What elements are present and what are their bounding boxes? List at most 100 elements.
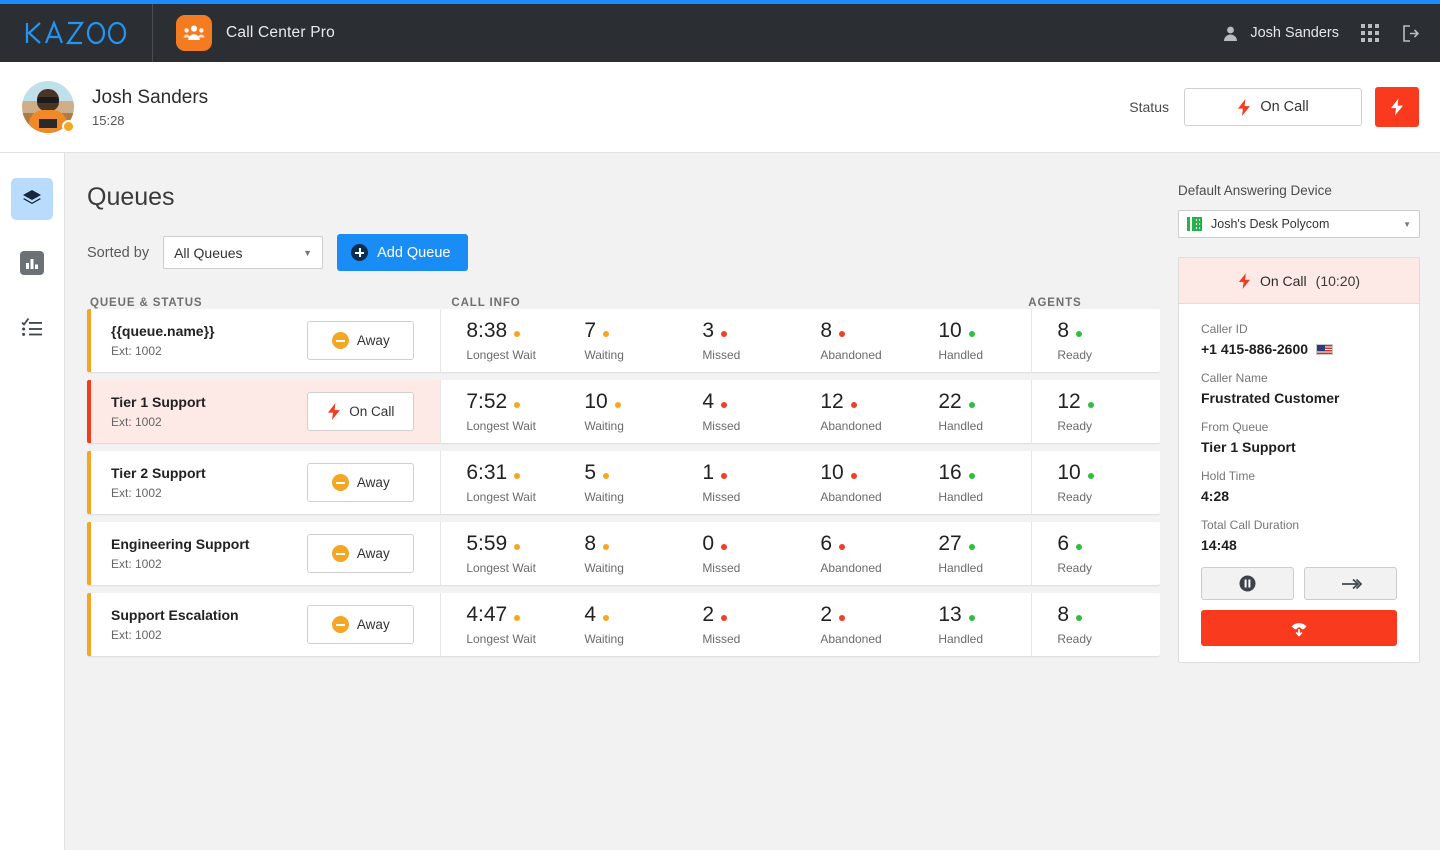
stat-value: 4:47 <box>466 602 508 626</box>
column-header-agents: AGENTS <box>1028 297 1082 309</box>
stat-value: 0 <box>702 531 714 555</box>
stat-ready: 6 Ready <box>1032 533 1150 575</box>
queue-cell: Tier 2 Support Ext: 1002 Away <box>87 451 441 514</box>
queue-status-button[interactable]: Away <box>307 534 415 573</box>
nav-user-menu[interactable]: Josh Sanders <box>1222 25 1339 42</box>
field-caller-id: Caller ID +1 415-886-2600 <box>1201 322 1397 357</box>
nav-user-name: Josh Sanders <box>1250 25 1339 41</box>
stat-abandoned: 10 Abandoned <box>795 462 913 504</box>
logout-icon[interactable] <box>1401 24 1420 43</box>
stat-label: Handled <box>938 418 984 433</box>
call-duration: (10:20) <box>1315 272 1361 289</box>
call-info-cell: 6:31 Longest Wait 5 Waiting 1 Missed 10 … <box>440 451 1033 514</box>
column-header-queue-status: QUEUE & STATUS <box>90 297 203 309</box>
apps-grid-icon[interactable] <box>1361 24 1379 42</box>
table-row[interactable]: Tier 1 Support Ext: 1002 On Call 7:52 Lo… <box>87 380 1160 443</box>
table-row[interactable]: Support Escalation Ext: 1002 Away 4:47 L… <box>87 593 1160 656</box>
stat-longest_wait: 5:59 Longest Wait <box>441 533 559 575</box>
table-header: QUEUE & STATUS CALL INFO AGENTS <box>87 297 1160 309</box>
stat-label: Longest Wait <box>466 347 536 362</box>
stat-label: Waiting <box>584 560 624 575</box>
active-call-card: On Call (10:20) Caller ID +1 415-886-260… <box>1178 257 1420 663</box>
kazoo-logo[interactable] <box>0 20 152 46</box>
pause-icon <box>1239 575 1256 592</box>
presence-dot <box>62 120 75 133</box>
stat-handled: 13 Handled <box>913 604 1031 646</box>
stat-value: 10 <box>938 318 962 342</box>
hang-up-button[interactable] <box>1201 610 1397 646</box>
hold-button[interactable] <box>1201 567 1294 600</box>
stat-ready: 12 Ready <box>1032 391 1150 433</box>
queue-status-label: Away <box>356 475 390 490</box>
queue-extension: Ext: 1002 <box>111 628 162 642</box>
status-dot <box>614 401 621 408</box>
answering-device-value: Josh's Desk Polycom <box>1211 217 1330 231</box>
stat-value: 10 <box>584 389 608 413</box>
bar-chart-icon <box>20 251 44 275</box>
stat-ready: 8 Ready <box>1032 320 1150 362</box>
stat-label: Handled <box>938 347 984 362</box>
stat-label: Abandoned <box>820 418 882 433</box>
field-label: Caller ID <box>1201 322 1248 336</box>
status-dot <box>514 401 521 408</box>
flash-action-button[interactable] <box>1375 87 1419 127</box>
stat-value: 7 <box>584 318 596 342</box>
sidebar-item-tasks[interactable] <box>11 306 53 348</box>
transfer-button[interactable] <box>1304 567 1397 600</box>
device-label: Default Answering Device <box>1178 183 1332 198</box>
call-info-cell: 8:38 Longest Wait 7 Waiting 3 Missed 8 A… <box>440 309 1033 372</box>
table-row[interactable]: Tier 2 Support Ext: 1002 Away 6:31 Longe… <box>87 451 1160 514</box>
status-dot <box>514 614 521 621</box>
sidebar-item-reports[interactable] <box>11 242 53 284</box>
avatar[interactable] <box>22 81 75 133</box>
stat-value: 6 <box>820 531 832 555</box>
left-sidebar <box>0 153 65 850</box>
queue-status-button[interactable]: Away <box>307 605 415 644</box>
queue-extension: Ext: 1002 <box>111 344 162 358</box>
stat-longest_wait: 7:52 Longest Wait <box>441 391 559 433</box>
stat-value: 10 <box>820 460 844 484</box>
status-dot <box>1076 543 1082 550</box>
app-identity: Call Center Pro <box>153 15 335 51</box>
queue-status-button[interactable]: Away <box>307 463 415 502</box>
queue-cell: {{queue.name}} Ext: 1002 Away <box>87 309 441 372</box>
stat-label: Missed <box>702 347 741 362</box>
queue-status-button[interactable]: On Call <box>307 392 415 431</box>
add-queue-button[interactable]: Add Queue <box>337 234 469 271</box>
status-dot <box>968 330 975 337</box>
queue-extension: Ext: 1002 <box>111 415 162 429</box>
stat-label: Longest Wait <box>466 560 536 575</box>
status-dot <box>721 614 727 621</box>
stat-handled: 27 Handled <box>913 533 1031 575</box>
stat-ready: 8 Ready <box>1032 604 1150 646</box>
call-info-cell: 4:47 Longest Wait 4 Waiting 2 Missed 2 A… <box>440 593 1033 656</box>
checklist-icon <box>21 317 42 336</box>
sidebar-item-queues[interactable] <box>11 178 53 220</box>
stat-label: Waiting <box>584 418 624 433</box>
stat-longest_wait: 6:31 Longest Wait <box>441 462 559 504</box>
away-icon <box>331 332 349 349</box>
status-selector-button[interactable]: On Call <box>1184 88 1362 126</box>
status-dot <box>603 614 609 621</box>
table-row[interactable]: Engineering Support Ext: 1002 Away 5:59 … <box>87 522 1160 585</box>
answering-device-select[interactable]: Josh's Desk Polycom ▼ <box>1178 210 1420 238</box>
table-row[interactable]: {{queue.name}} Ext: 1002 Away 8:38 Longe… <box>87 309 1160 372</box>
call-center-group-icon <box>176 15 212 51</box>
nav-right-group: Josh Sanders <box>1222 24 1440 43</box>
user-name: Josh Sanders <box>92 86 209 108</box>
sort-select[interactable]: All Queues ▼ <box>163 236 324 269</box>
field-value: 14:48 <box>1201 537 1237 553</box>
stat-value: 3 <box>702 318 714 342</box>
queue-status-button[interactable]: Away <box>307 321 415 360</box>
queue-name: Engineering Support <box>111 536 250 552</box>
call-info-cell: 7:52 Longest Wait 10 Waiting 4 Missed 12… <box>440 380 1033 443</box>
stat-value: 10 <box>1057 460 1081 484</box>
queue-cell: Tier 1 Support Ext: 1002 On Call <box>87 380 441 443</box>
stat-label: Abandoned <box>820 631 882 646</box>
field-label: Total Call Duration <box>1201 518 1300 532</box>
stat-label: Longest Wait <box>466 489 536 504</box>
status-dot <box>514 330 521 337</box>
stat-label: Abandoned <box>820 489 882 504</box>
queue-status-label: Away <box>356 546 390 561</box>
away-icon <box>331 545 349 562</box>
